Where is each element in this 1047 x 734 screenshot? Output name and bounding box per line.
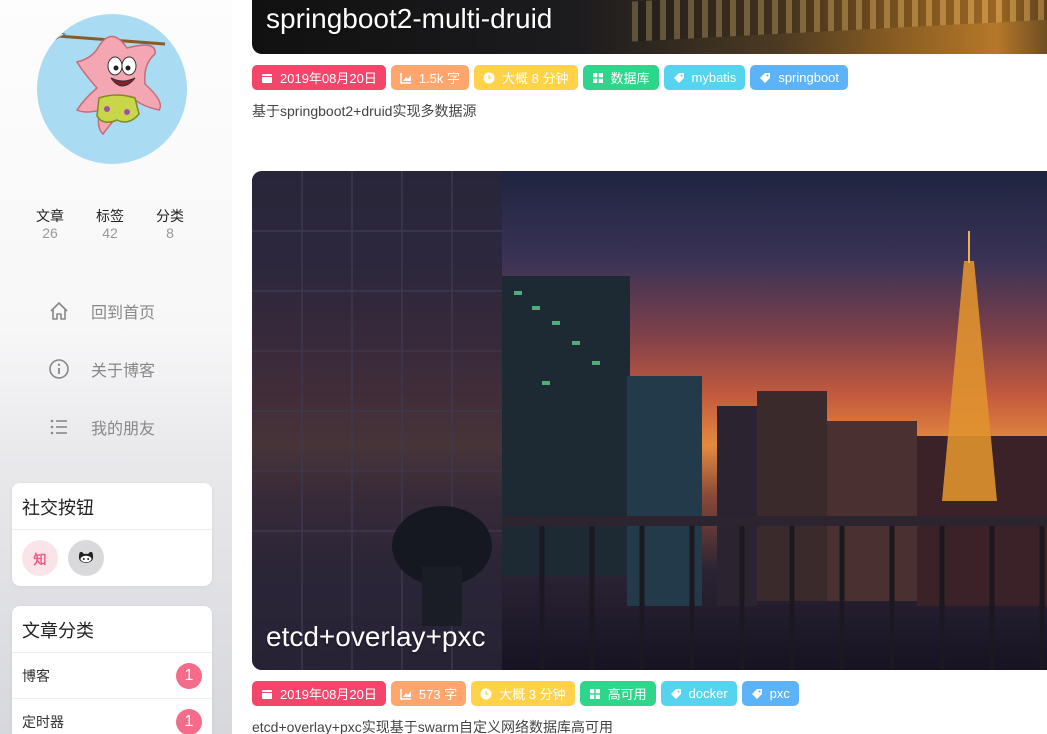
- tag-icon: [751, 688, 763, 700]
- chart-icon: [400, 72, 412, 84]
- category-tag[interactable]: 数据库: [582, 65, 659, 90]
- post-title[interactable]: springboot2-multi-druid: [266, 3, 552, 35]
- category-count-badge: 1: [176, 708, 202, 734]
- tag-icon: [670, 688, 682, 700]
- date-text: 2019年08月20日: [280, 687, 377, 702]
- post-meta-tags: 2019年08月20日 1.5k 字 大概 8 分钟 数据库 mybatis s…: [252, 65, 849, 90]
- stat-tags[interactable]: 标签 42: [80, 208, 140, 242]
- grid-icon: [592, 72, 604, 84]
- nav-item-home[interactable]: 回到首页: [0, 282, 232, 340]
- github-button[interactable]: [68, 540, 104, 576]
- stat-value: 26: [42, 225, 58, 241]
- post-description: etcd+overlay+pxc实现基于swarm自定义网络数据库高可用: [252, 719, 613, 734]
- home-icon: [48, 300, 70, 322]
- read-time-text: 大概 3 分钟: [499, 687, 566, 702]
- category-text: 数据库: [610, 71, 650, 86]
- label-tag[interactable]: pxc: [741, 681, 799, 706]
- category-name: 定时器: [22, 713, 64, 730]
- post-meta-tags: 2019年08月20日 573 字 大概 3 分钟 高可用 docker pxc: [252, 681, 799, 706]
- post-title[interactable]: etcd+overlay+pxc: [266, 621, 485, 653]
- label-text: docker: [688, 686, 728, 701]
- stat-value: 42: [102, 225, 118, 241]
- stat-label: 分类: [156, 208, 184, 224]
- categories-card-title: 文章分类: [12, 606, 212, 653]
- social-card: 社交按钮 知: [12, 483, 212, 586]
- stat-categories[interactable]: 分类 8: [140, 208, 200, 242]
- post-cover-image[interactable]: etcd+overlay+pxc: [252, 171, 1047, 670]
- category-item[interactable]: 博客 1: [12, 653, 212, 699]
- date-tag[interactable]: 2019年08月20日: [252, 65, 386, 90]
- nav-item-label: 关于博客: [91, 363, 156, 380]
- clock-icon: [480, 688, 492, 700]
- category-text: 高可用: [607, 687, 647, 702]
- label-text: springboot: [778, 70, 840, 85]
- date-text: 2019年08月20日: [280, 71, 377, 86]
- word-count-tag[interactable]: 573 字: [390, 681, 467, 706]
- sidebar-nav: 回到首页 关于博客 我的朋友: [0, 282, 232, 456]
- label-text: pxc: [769, 686, 790, 701]
- social-card-title: 社交按钮: [12, 483, 212, 530]
- patrick-star-avatar-image: [48, 29, 166, 136]
- category-count-badge: 1: [176, 662, 202, 689]
- post-list: springboot2-multi-druid 2019年08月20日 1.5k…: [232, 0, 1047, 734]
- clock-icon: [483, 72, 495, 84]
- label-text: mybatis: [691, 70, 737, 85]
- list-icon: [48, 416, 70, 438]
- post-description: 基于springboot2+druid实现多数据源: [252, 103, 477, 119]
- stat-label: 文章: [36, 208, 64, 224]
- stat-label: 标签: [96, 208, 124, 224]
- category-name: 博客: [22, 667, 50, 684]
- label-tag[interactable]: mybatis: [663, 65, 746, 90]
- read-time-tag[interactable]: 大概 8 分钟: [474, 65, 578, 90]
- calendar-icon: [261, 688, 273, 700]
- tag-icon: [759, 72, 771, 84]
- nav-item-friends[interactable]: 我的朋友: [0, 398, 232, 456]
- nav-item-label: 回到首页: [91, 305, 156, 322]
- read-time-tag[interactable]: 大概 3 分钟: [471, 681, 575, 706]
- stat-articles[interactable]: 文章 26: [20, 208, 80, 242]
- label-tag[interactable]: docker: [660, 681, 737, 706]
- category-item[interactable]: 定时器 1: [12, 699, 212, 734]
- blog-stats: 文章 26 标签 42 分类 8: [20, 208, 200, 242]
- grid-icon: [589, 688, 601, 700]
- avatar[interactable]: [37, 14, 187, 164]
- label-tag[interactable]: springboot: [750, 65, 849, 90]
- word-count-tag[interactable]: 1.5k 字: [390, 65, 470, 90]
- nav-item-about[interactable]: 关于博客: [0, 340, 232, 398]
- categories-card: 文章分类 博客 1 定时器 1: [12, 606, 212, 734]
- date-tag[interactable]: 2019年08月20日: [252, 681, 386, 706]
- calendar-icon: [261, 72, 273, 84]
- social-buttons: 知: [12, 530, 212, 586]
- zhihu-icon: 知: [33, 551, 47, 567]
- tag-icon: [673, 72, 685, 84]
- zhihu-button[interactable]: 知: [22, 540, 58, 576]
- word-count-text: 573 字: [418, 687, 458, 702]
- chart-icon: [400, 688, 412, 700]
- info-icon: [48, 358, 70, 380]
- read-time-text: 大概 8 分钟: [502, 71, 569, 86]
- github-icon: [78, 551, 94, 563]
- sidebar: 文章 26 标签 42 分类 8 回到首页 关于博客 我的朋友 社交按钮 知 文…: [0, 0, 232, 734]
- stat-value: 8: [166, 225, 174, 241]
- category-tag[interactable]: 高可用: [579, 681, 656, 706]
- word-count-text: 1.5k 字: [418, 71, 461, 86]
- city-sunset-illustration: [252, 171, 1047, 670]
- nav-item-label: 我的朋友: [91, 421, 156, 438]
- post-cover-image[interactable]: springboot2-multi-druid: [252, 0, 1047, 54]
